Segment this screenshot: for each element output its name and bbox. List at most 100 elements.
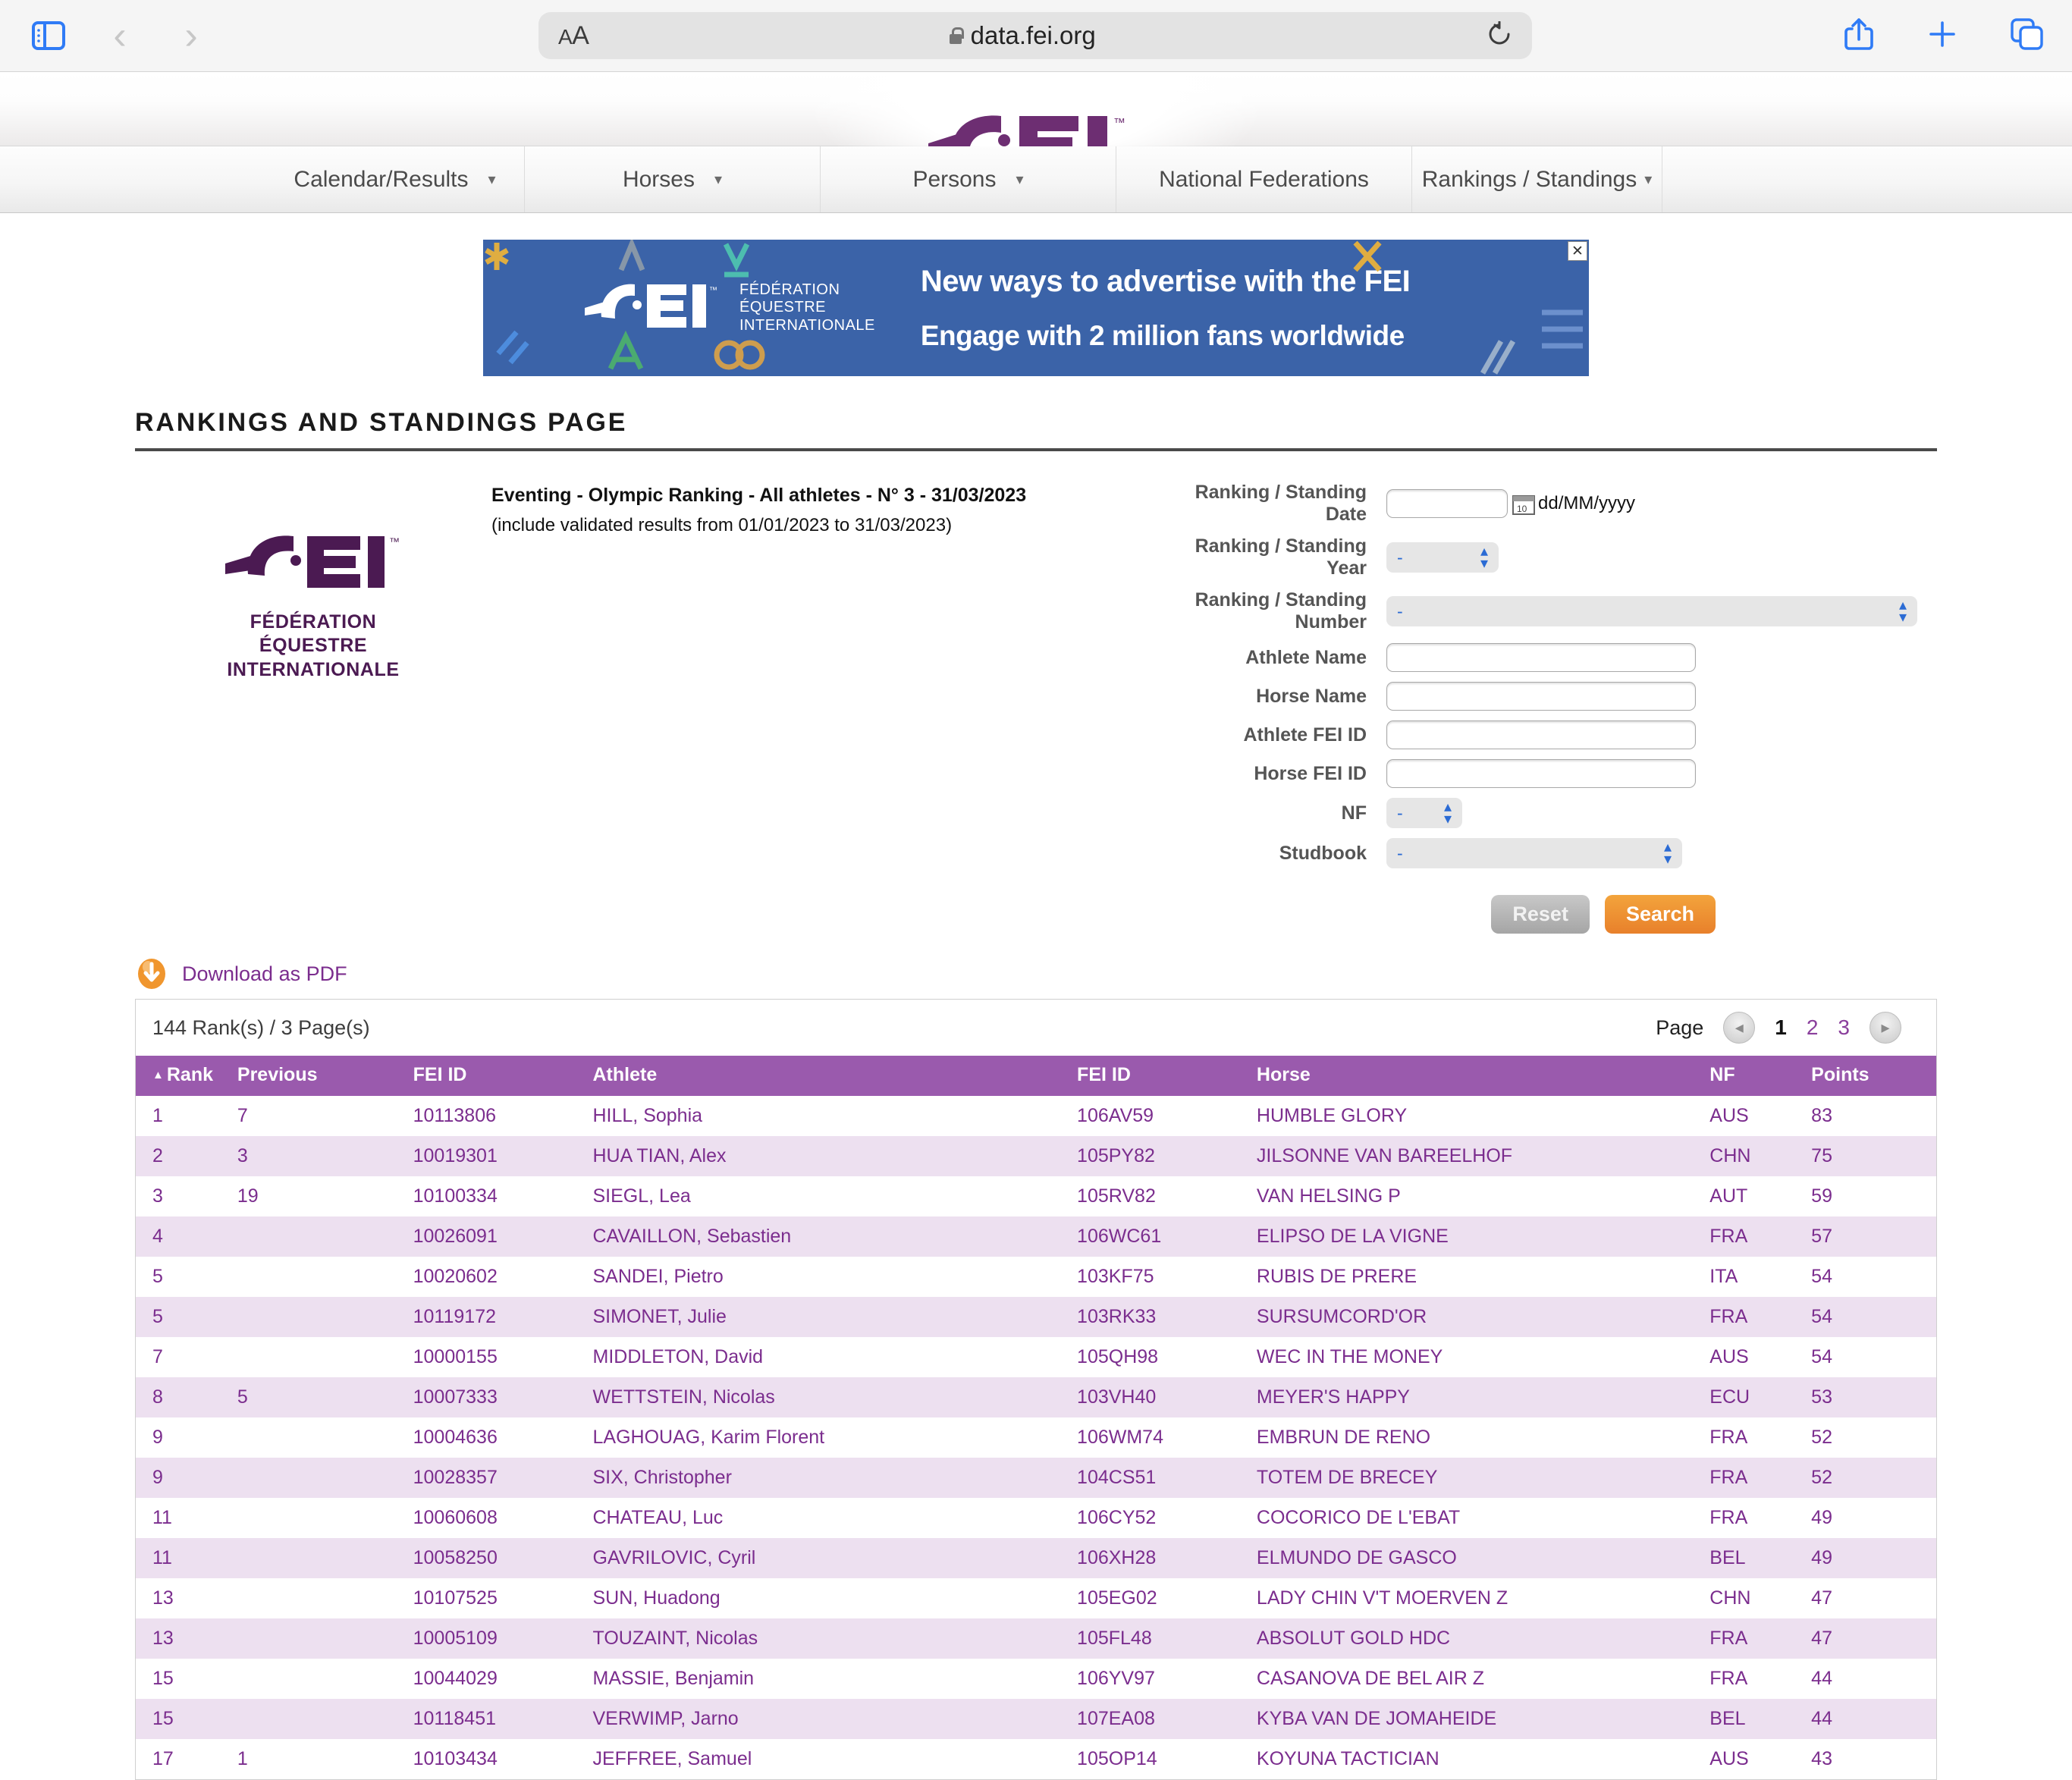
cell-horse-fei-id[interactable]: 105FL48 <box>1077 1618 1257 1659</box>
cell-horse[interactable]: KOYUNA TACTICIAN <box>1257 1739 1709 1779</box>
column-header-horse-fei-id[interactable]: FEI ID <box>1077 1056 1257 1096</box>
cell-horse-fei-id[interactable]: 105OP14 <box>1077 1739 1257 1779</box>
cell-athlete[interactable]: HUA TIAN, Alex <box>593 1136 1078 1176</box>
ad-close-icon[interactable]: ✕ <box>1568 241 1587 261</box>
cell-athlete[interactable]: CHATEAU, Luc <box>593 1498 1078 1538</box>
column-header-rank[interactable]: ▲ Rank <box>136 1056 237 1096</box>
cell-athlete-fei-id[interactable]: 10019301 <box>413 1136 593 1176</box>
cell-athlete[interactable]: HILL, Sophia <box>593 1096 1078 1136</box>
cell-athlete-fei-id[interactable]: 10026091 <box>413 1216 593 1257</box>
download-icon[interactable] <box>135 956 168 991</box>
cell-horse-fei-id[interactable]: 106AV59 <box>1077 1096 1257 1136</box>
cell-athlete[interactable]: LAGHOUAG, Karim Florent <box>593 1417 1078 1458</box>
cell-horse-fei-id[interactable]: 105RV82 <box>1077 1176 1257 1216</box>
column-header-nf[interactable]: NF <box>1709 1056 1812 1096</box>
cell-horse[interactable]: ABSOLUT GOLD HDC <box>1257 1618 1709 1659</box>
pagination-page-3[interactable]: 3 <box>1838 1016 1850 1040</box>
cell-athlete-fei-id[interactable]: 10000155 <box>413 1337 593 1377</box>
cell-athlete-fei-id[interactable]: 10060608 <box>413 1498 593 1538</box>
nf-select[interactable]: - ▴ ▾ <box>1386 798 1462 828</box>
download-pdf-row[interactable]: Download as PDF <box>135 956 1937 991</box>
cell-horse[interactable]: CASANOVA DE BEL AIR Z <box>1257 1659 1709 1699</box>
cell-horse[interactable]: SURSUMCORD'OR <box>1257 1297 1709 1337</box>
nav-item-persons[interactable]: Persons ▾ <box>821 146 1116 212</box>
cell-athlete[interactable]: SIMONET, Julie <box>593 1297 1078 1337</box>
cell-athlete-fei-id[interactable]: 10107525 <box>413 1578 593 1618</box>
cell-athlete[interactable]: SANDEI, Pietro <box>593 1257 1078 1297</box>
cell-athlete[interactable]: MASSIE, Benjamin <box>593 1659 1078 1699</box>
cell-horse[interactable]: VAN HELSING P <box>1257 1176 1709 1216</box>
cell-athlete-fei-id[interactable]: 10044029 <box>413 1659 593 1699</box>
studbook-select[interactable]: - ▴ ▾ <box>1386 838 1682 868</box>
download-pdf-link[interactable]: Download as PDF <box>182 962 347 986</box>
cell-horse[interactable]: MEYER'S HAPPY <box>1257 1377 1709 1417</box>
column-header-points[interactable]: Points <box>1811 1056 1936 1096</box>
cell-horse-fei-id[interactable]: 103VH40 <box>1077 1377 1257 1417</box>
cell-horse-fei-id[interactable]: 107EA08 <box>1077 1699 1257 1739</box>
cell-athlete[interactable]: VERWIMP, Jarno <box>593 1699 1078 1739</box>
plus-icon[interactable] <box>1926 18 1958 54</box>
horse-fei-id-input[interactable] <box>1386 759 1696 788</box>
cell-athlete[interactable]: SIEGL, Lea <box>593 1176 1078 1216</box>
cell-athlete[interactable]: WETTSTEIN, Nicolas <box>593 1377 1078 1417</box>
column-header-athlete[interactable]: Athlete <box>592 1056 1078 1096</box>
cell-athlete-fei-id[interactable]: 10113806 <box>413 1096 593 1136</box>
cell-horse-fei-id[interactable]: 106WM74 <box>1077 1417 1257 1458</box>
cell-athlete-fei-id[interactable]: 10119172 <box>413 1297 593 1337</box>
calendar-icon[interactable]: 10 <box>1512 491 1535 516</box>
cell-athlete-fei-id[interactable]: 10100334 <box>413 1176 593 1216</box>
cell-horse-fei-id[interactable]: 104CS51 <box>1077 1458 1257 1498</box>
cell-horse[interactable]: WEC IN THE MONEY <box>1257 1337 1709 1377</box>
cell-athlete-fei-id[interactable]: 10020602 <box>413 1257 593 1297</box>
ad-banner[interactable]: ✕ ™ FÉDÉRATION ÉQUESTRE INTERNATIONALE N… <box>483 240 1589 376</box>
nav-item-horses[interactable]: Horses ▾ <box>525 146 821 212</box>
cell-athlete-fei-id[interactable]: 10007333 <box>413 1377 593 1417</box>
cell-athlete-fei-id[interactable]: 10028357 <box>413 1458 593 1498</box>
nav-item-rankings-standings[interactable]: Rankings / Standings ▾ <box>1412 146 1662 212</box>
cell-athlete[interactable]: MIDDLETON, David <box>593 1337 1078 1377</box>
cell-athlete[interactable]: SUN, Huadong <box>593 1578 1078 1618</box>
athlete-name-input[interactable] <box>1386 643 1696 672</box>
nav-item-national-federations[interactable]: National Federations <box>1116 146 1412 212</box>
advertisement[interactable]: ✕ ™ FÉDÉRATION ÉQUESTRE INTERNATIONALE N… <box>483 240 1589 376</box>
cell-horse-fei-id[interactable]: 106YV97 <box>1077 1659 1257 1699</box>
forward-chevron-icon[interactable]: › <box>170 14 212 57</box>
cell-horse[interactable]: RUBIS DE PRERE <box>1257 1257 1709 1297</box>
cell-horse-fei-id[interactable]: 105PY82 <box>1077 1136 1257 1176</box>
cell-horse[interactable]: EMBRUN DE RENO <box>1257 1417 1709 1458</box>
cell-horse-fei-id[interactable]: 103RK33 <box>1077 1297 1257 1337</box>
ranking-date-input[interactable] <box>1386 489 1508 518</box>
column-header-previous[interactable]: Previous <box>237 1056 413 1096</box>
ranking-number-select[interactable]: - ▴ ▾ <box>1386 596 1917 626</box>
cell-athlete-fei-id[interactable]: 10103434 <box>413 1739 593 1779</box>
cell-horse[interactable]: TOTEM DE BRECEY <box>1257 1458 1709 1498</box>
cell-horse-fei-id[interactable]: 106WC61 <box>1077 1216 1257 1257</box>
cell-athlete-fei-id[interactable]: 10058250 <box>413 1538 593 1578</box>
address-bar[interactable]: AA data.fei.org <box>538 12 1532 59</box>
cell-horse[interactable]: JILSONNE VAN BAREELHOF <box>1257 1136 1709 1176</box>
athlete-fei-id-input[interactable] <box>1386 720 1696 749</box>
share-icon[interactable] <box>1843 17 1875 55</box>
column-header-horse[interactable]: Horse <box>1256 1056 1710 1096</box>
cell-horse[interactable]: COCORICO DE L'EBAT <box>1257 1498 1709 1538</box>
pagination-prev-icon[interactable]: ◂ <box>1723 1012 1756 1044</box>
cell-athlete-fei-id[interactable]: 10004636 <box>413 1417 593 1458</box>
cell-horse-fei-id[interactable]: 106CY52 <box>1077 1498 1257 1538</box>
cell-athlete[interactable]: GAVRILOVIC, Cyril <box>593 1538 1078 1578</box>
cell-athlete-fei-id[interactable]: 10005109 <box>413 1618 593 1659</box>
nav-item-calendar-results[interactable]: Calendar/Results ▾ <box>265 146 525 212</box>
reset-button[interactable]: Reset <box>1491 895 1590 934</box>
cell-athlete[interactable]: JEFFREE, Samuel <box>593 1739 1078 1779</box>
cell-horse[interactable]: KYBA VAN DE JOMAHEIDE <box>1257 1699 1709 1739</box>
cell-horse-fei-id[interactable]: 105EG02 <box>1077 1578 1257 1618</box>
pagination-page-2[interactable]: 2 <box>1807 1016 1819 1040</box>
cell-athlete-fei-id[interactable]: 10118451 <box>413 1699 593 1739</box>
cell-horse-fei-id[interactable]: 103KF75 <box>1077 1257 1257 1297</box>
back-chevron-icon[interactable]: ‹ <box>99 14 141 57</box>
cell-horse[interactable]: ELMUNDO DE GASCO <box>1257 1538 1709 1578</box>
search-button[interactable]: Search <box>1604 895 1716 934</box>
cell-horse-fei-id[interactable]: 105QH98 <box>1077 1337 1257 1377</box>
pagination-next-icon[interactable]: ▸ <box>1870 1012 1901 1044</box>
cell-horse[interactable]: ELIPSO DE LA VIGNE <box>1257 1216 1709 1257</box>
tabs-icon[interactable] <box>2010 17 2045 55</box>
